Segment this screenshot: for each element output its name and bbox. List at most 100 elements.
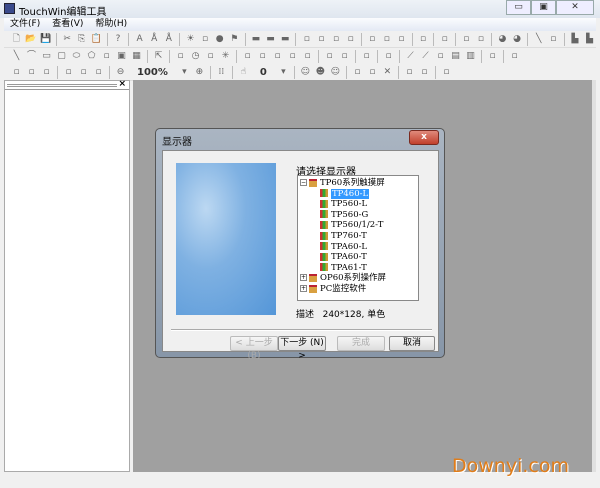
monitor-set-icon[interactable]: ▫ <box>360 50 373 63</box>
hand-icon[interactable]: ☝ <box>237 66 250 79</box>
scrollbar[interactable] <box>592 80 596 472</box>
align-right-icon[interactable]: ▫ <box>40 66 53 79</box>
report-icon[interactable]: ▫ <box>301 50 314 63</box>
finish-button[interactable]: 完成 <box>337 336 385 351</box>
shape-blob-icon[interactable]: ▫ <box>199 33 212 46</box>
tree-item[interactable]: TPA61-T <box>320 263 367 273</box>
project-panel[interactable]: × <box>4 79 130 472</box>
lamp-icon[interactable]: ☀ <box>184 33 197 46</box>
face2-icon[interactable]: ☻ <box>314 66 327 79</box>
printer-icon[interactable]: ▫ <box>381 33 394 46</box>
collapse-icon[interactable]: − <box>300 179 307 186</box>
zoom-out-icon[interactable]: ⊖ <box>114 66 127 79</box>
data-edit-icon[interactable]: ▫ <box>323 50 336 63</box>
screen-edit-icon[interactable]: ▫ <box>338 50 351 63</box>
grid-icon[interactable]: ▫ <box>547 33 560 46</box>
num-123-icon[interactable]: ▫ <box>300 33 313 46</box>
grid-dots-icon[interactable]: ⁞⁞ <box>215 66 228 79</box>
panel-close-icon[interactable]: × <box>118 79 126 89</box>
monitor-icon[interactable]: ▫ <box>460 33 473 46</box>
line-icon[interactable]: ╲ <box>10 50 23 63</box>
network2-icon[interactable]: ▫ <box>418 66 431 79</box>
clock-icon[interactable]: ◷ <box>189 50 202 63</box>
next-button[interactable]: 下一步 (N) > <box>278 336 326 361</box>
menu-view[interactable]: 查看(V) <box>52 18 83 31</box>
num-box3-icon[interactable]: ▫ <box>344 33 357 46</box>
new-file-icon[interactable]: 🗋 <box>10 33 23 46</box>
pointer-icon[interactable]: ⇱ <box>152 50 165 63</box>
info-icon[interactable]: ▫ <box>395 33 408 46</box>
tree-group[interactable]: + OP60系列操作屏 <box>300 273 386 283</box>
meter-icon[interactable]: ▫ <box>241 50 254 63</box>
copy-frame-icon[interactable]: ▫ <box>351 66 364 79</box>
globe2-icon[interactable]: ◕ <box>511 33 524 46</box>
eraser-icon[interactable]: ▫ <box>438 33 451 46</box>
num-box2-icon[interactable]: ▫ <box>330 33 343 46</box>
num-box-icon[interactable]: ▫ <box>315 33 328 46</box>
rect-btn-icon[interactable]: ▬ <box>264 33 277 46</box>
distribute-h-icon[interactable]: ▫ <box>77 66 90 79</box>
help-icon[interactable]: ? <box>112 33 125 46</box>
rect-btn-icon[interactable]: ▬ <box>279 33 292 46</box>
battery-icon[interactable]: ▫ <box>417 33 430 46</box>
menu-help[interactable]: 帮助(H) <box>95 18 127 31</box>
cancel-button[interactable]: 取消 <box>389 336 435 351</box>
dialog-close-button[interactable]: x <box>409 130 439 145</box>
frame-icon[interactable]: ▣ <box>115 50 128 63</box>
keyboard-icon[interactable]: ▫ <box>366 33 379 46</box>
text-icon[interactable]: A <box>133 33 146 46</box>
text-a-icon[interactable]: Å <box>148 33 161 46</box>
back-button[interactable]: < 上一步 (B) <box>230 336 278 361</box>
bowl-icon[interactable]: ▫ <box>100 50 113 63</box>
face3-icon[interactable]: ☺ <box>329 66 342 79</box>
alarm-icon[interactable]: ▫ <box>271 50 284 63</box>
expand-icon[interactable]: + <box>300 274 307 282</box>
keyboard-box-icon[interactable]: ▫ <box>440 66 453 79</box>
tree-item[interactable]: TP760-T <box>320 231 367 241</box>
pentagon-icon[interactable]: ⬠ <box>85 50 98 63</box>
circle-fill-icon[interactable]: ● <box>213 33 226 46</box>
distribute-v-icon[interactable]: ▫ <box>62 66 75 79</box>
tree-item[interactable]: TP560-L <box>320 199 367 209</box>
trend2-icon[interactable]: ⟋ <box>419 50 432 63</box>
flag-icon[interactable]: ⚑ <box>228 33 241 46</box>
tree-item[interactable]: TPA60-T <box>320 252 367 262</box>
tree-group[interactable]: − TP60系列触摸屏 <box>300 178 385 188</box>
minimize-button[interactable]: ▭ <box>506 0 531 15</box>
align-center-icon[interactable]: ▫ <box>25 66 38 79</box>
face-icon[interactable]: ☺ <box>299 66 312 79</box>
table-icon[interactable]: ▤ <box>449 50 462 63</box>
window-icon[interactable]: ▫ <box>475 33 488 46</box>
delete-icon[interactable]: ✕ <box>381 66 394 79</box>
layer-select[interactable]: 0 <box>260 67 267 78</box>
tools-icon[interactable]: ▫ <box>486 50 499 63</box>
distribute-c-icon[interactable]: ▫ <box>92 66 105 79</box>
arc-icon[interactable]: ⌒ <box>25 50 38 63</box>
tree-item[interactable]: TP460-L <box>320 188 370 199</box>
rectangle-icon[interactable]: ▭ <box>40 50 53 63</box>
rounded-rect-icon[interactable]: ▢ <box>55 50 68 63</box>
bar-chart2-icon[interactable]: ▙ <box>583 33 596 46</box>
dropdown-icon[interactable]: ▾ <box>178 66 191 79</box>
tree-item[interactable]: TPA60-L <box>320 242 367 252</box>
recipe-icon[interactable]: ▫ <box>174 50 187 63</box>
maximize-button[interactable]: ▣ <box>531 0 556 15</box>
dropdown-icon[interactable]: ▾ <box>277 66 290 79</box>
folder-icon[interactable]: ▫ <box>508 50 521 63</box>
report2-icon[interactable]: ▫ <box>382 50 395 63</box>
copy-icon[interactable]: ⎘ <box>75 33 88 46</box>
display-tree[interactable]: − TP60系列触摸屏 TP460-L TP560-L TP560-G TP560/1/2… <box>297 175 419 301</box>
image-icon[interactable]: ▦ <box>130 50 143 63</box>
scroll-icon[interactable]: ▫ <box>286 50 299 63</box>
sun-icon[interactable]: ✳ <box>219 50 232 63</box>
rect-btn-icon[interactable]: ▬ <box>250 33 263 46</box>
line-icon[interactable]: ╲ <box>532 33 545 46</box>
save-icon[interactable]: 💾 <box>39 33 52 46</box>
network-icon[interactable]: ▫ <box>403 66 416 79</box>
tree-item[interactable]: TP560/1/2-T <box>320 220 383 230</box>
zoom-in-icon[interactable]: ⊕ <box>193 66 206 79</box>
align-left-icon[interactable]: ▫ <box>10 66 23 79</box>
copy-frame2-icon[interactable]: ▫ <box>366 66 379 79</box>
open-folder-icon[interactable]: 📂 <box>25 33 38 46</box>
cut-icon[interactable]: ✂ <box>61 33 74 46</box>
